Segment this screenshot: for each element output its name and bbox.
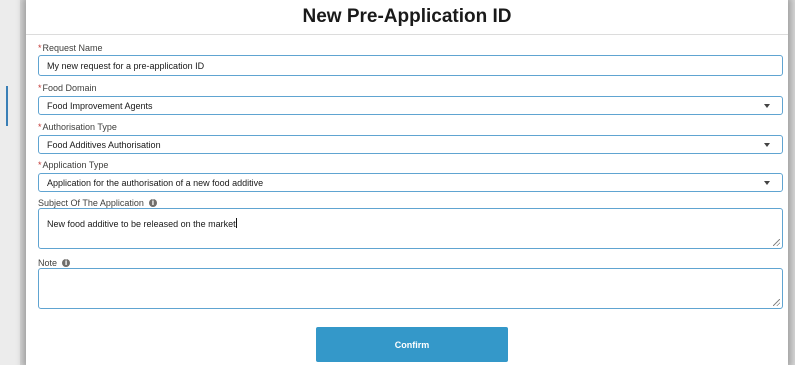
note-label: Note i [38,258,71,268]
confirm-button[interactable]: Confirm [316,327,508,362]
new-pre-application-modal: New Pre-Application ID * Request Name My… [26,0,788,365]
title-divider [26,34,788,35]
request-name-input[interactable]: My new request for a pre-application ID [38,55,783,76]
subject-textarea[interactable]: New food additive to be released on the … [38,208,783,249]
food-domain-value: Food Improvement Agents [47,100,153,111]
application-type-label-text: Application Type [42,160,109,170]
subject-label-text: Subject Of The Application [38,198,144,208]
note-textarea[interactable] [38,268,783,309]
application-type-label: * Application Type [38,160,108,170]
authorisation-type-select[interactable]: Food Additives Authorisation [38,135,783,154]
application-type-value: Application for the authorisation of a n… [47,177,264,188]
chevron-down-icon [764,180,770,185]
chevron-down-icon [764,103,770,108]
authorisation-type-value: Food Additives Authorisation [47,139,161,150]
subject-value: New food additive to be released on the … [47,219,236,229]
note-label-text: Note [38,258,58,268]
authorisation-type-label: * Authorisation Type [38,122,117,132]
required-marker: * [38,160,42,170]
chevron-down-icon [764,142,770,147]
required-marker: * [38,83,42,93]
text-cursor [235,218,237,228]
application-type-select[interactable]: Application for the authorisation of a n… [38,173,783,192]
required-marker: * [38,122,42,132]
background-page-edge [6,86,8,126]
request-name-label: * Request Name [38,43,103,53]
required-marker: * [38,43,42,53]
food-domain-select[interactable]: Food Improvement Agents [38,96,783,115]
subject-label: Subject Of The Application i [38,198,157,208]
request-name-value: My new request for a pre-application ID [47,60,205,71]
request-name-label-text: Request Name [42,43,103,53]
authorisation-type-label-text: Authorisation Type [42,122,117,132]
info-icon[interactable]: i [148,199,157,207]
resize-handle-icon[interactable] [773,239,780,246]
food-domain-label-text: Food Domain [42,83,97,93]
background-page [0,0,20,365]
modal-title: New Pre-Application ID [302,6,512,27]
food-domain-label: * Food Domain [38,83,97,93]
info-icon[interactable]: i [62,259,71,267]
resize-handle-icon[interactable] [773,299,780,306]
